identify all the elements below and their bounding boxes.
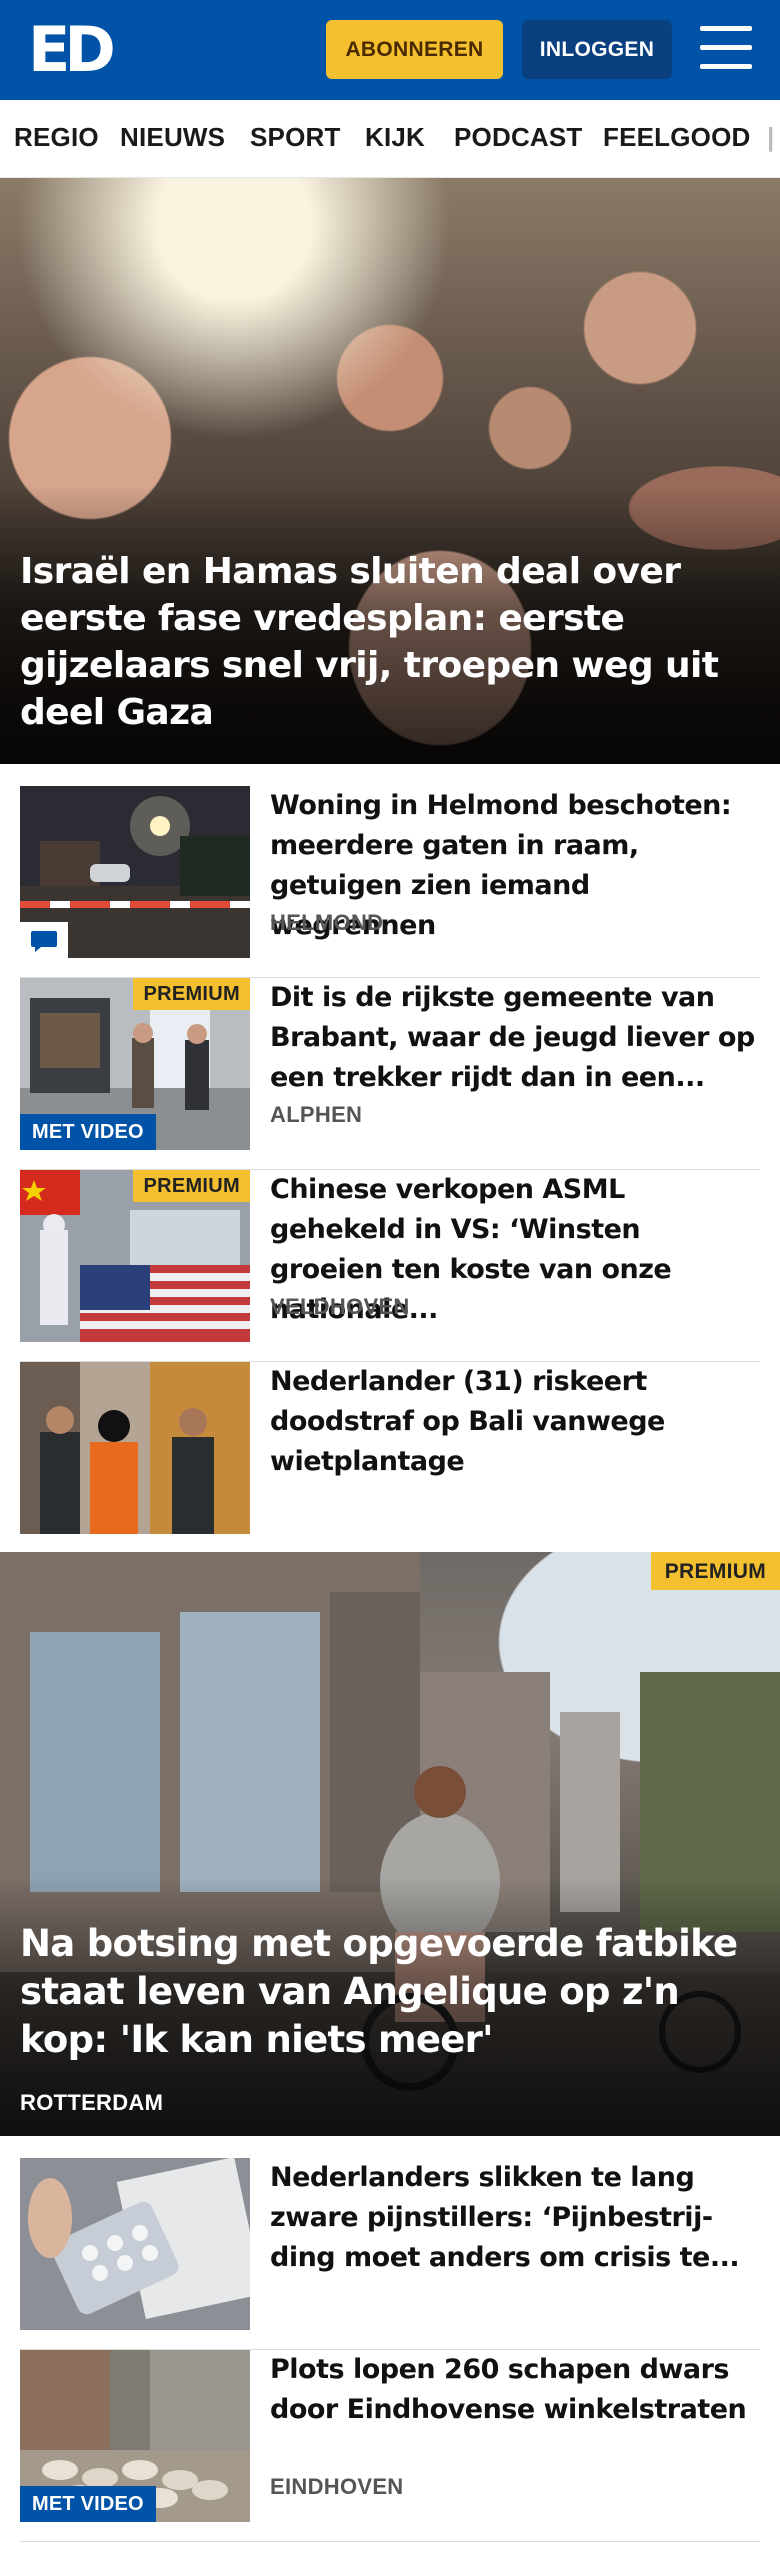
article-title[interactable]: Plots lopen 260 schapen dwars door Eindh…: [270, 2350, 760, 2430]
list-item[interactable]: MET VIDEO Plots lopen 260 schapen dwars …: [20, 2350, 760, 2542]
article-location: VELDHOVEN: [270, 1294, 410, 1319]
site-logo[interactable]: ED: [28, 13, 116, 86]
list-item[interactable]: PREMIUM Chinese verkopen ASML gehekeld i…: [20, 1170, 760, 1362]
feature-title[interactable]: Na botsing met opgevoerde fatbike staat …: [20, 1920, 760, 2064]
hamburger-icon[interactable]: [700, 26, 752, 72]
article-thumbnail: PREMIUM MET VIDEO: [20, 978, 250, 1150]
article-location: EINDHOVEN: [270, 2474, 404, 2499]
premium-badge: PREMIUM: [133, 1170, 250, 1202]
login-button[interactable]: INLOGGEN: [522, 20, 672, 79]
article-title[interactable]: Nederlander (31) riskeert doodstraf op B…: [270, 1362, 760, 1482]
logo-text: ED: [28, 13, 116, 86]
nav-item-nieuws[interactable]: NIEUWS: [120, 122, 225, 153]
nav-item-podcast[interactable]: PODCAST: [454, 122, 583, 153]
nav-item-kijk[interactable]: KIJK: [365, 122, 425, 153]
video-badge[interactable]: MET VIDEO: [20, 1114, 156, 1150]
feature-location: ROTTERDAM: [20, 2090, 164, 2115]
subscribe-button[interactable]: ABONNEREN: [326, 20, 503, 79]
article-location: ALPHEN: [270, 1102, 363, 1127]
list-item[interactable]: Nederlander (31) riskeert doodstraf op B…: [20, 1362, 760, 1554]
article-thumbnail: MET VIDEO: [20, 2350, 250, 2522]
article-thumbnail: [20, 2158, 250, 2330]
nav-item-sport[interactable]: SPORT: [250, 122, 341, 153]
nav-item-regio[interactable]: REGIO: [14, 122, 99, 153]
comment-icon[interactable]: [20, 922, 68, 958]
video-badge[interactable]: MET VIDEO: [20, 2486, 156, 2522]
article-thumbnail: [20, 1362, 250, 1534]
article-title[interactable]: Nederlanders slikken te lang zware pijns…: [270, 2158, 760, 2278]
article-thumbnail: [20, 786, 250, 958]
list-item[interactable]: Nederlanders slikken te lang zware pijns…: [20, 2158, 760, 2350]
section-nav: REGIO NIEUWS SPORT KIJK PODCAST FEELGOOD…: [0, 100, 780, 178]
top-bar: ED ABONNEREN INLOGGEN: [0, 0, 780, 100]
hero-title[interactable]: Israël en Hamas sluiten deal over eerste…: [20, 548, 750, 736]
feature-article[interactable]: PREMIUM Na botsing met opgevoerde fatbik…: [0, 1552, 780, 2136]
article-title[interactable]: Dit is de rijkste gemeente van Brabant, …: [270, 978, 760, 1098]
list-item[interactable]: Woning in Helmond beschoten: meerdere ga…: [20, 786, 760, 978]
article-location: HELMOND: [270, 910, 384, 935]
nav-overflow-hint: |: [767, 122, 775, 152]
article-thumbnail: PREMIUM: [20, 1170, 250, 1342]
nav-item-feelgood[interactable]: FEELGOOD: [603, 122, 751, 153]
premium-badge: PREMIUM: [650, 1552, 780, 1590]
hero-article[interactable]: Israël en Hamas sluiten deal over eerste…: [0, 178, 780, 764]
premium-badge: PREMIUM: [133, 978, 250, 1010]
list-item[interactable]: PREMIUM MET VIDEO Dit is de rijkste geme…: [20, 978, 760, 1170]
